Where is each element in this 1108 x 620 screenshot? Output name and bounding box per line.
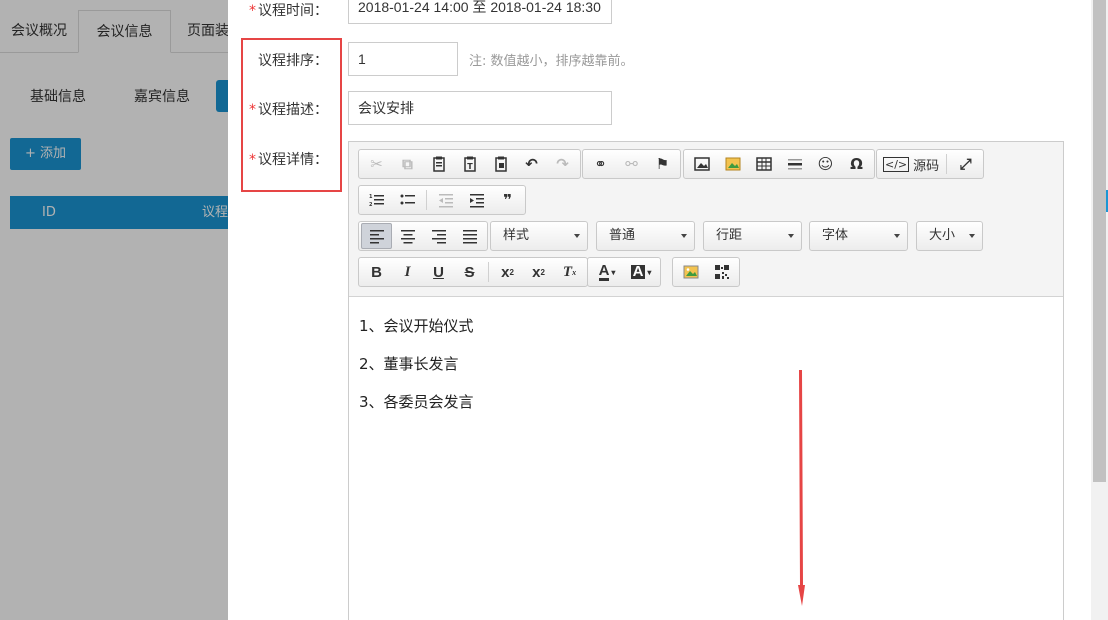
svg-text:T: T: [467, 162, 473, 171]
font-size-select[interactable]: 大小: [916, 221, 983, 251]
paragraph-select[interactable]: 普通: [596, 221, 695, 251]
font-family-select[interactable]: 字体: [809, 221, 908, 251]
horizontal-rule-icon[interactable]: [779, 151, 810, 177]
superscript-icon[interactable]: x2: [523, 259, 554, 285]
insert-group: ☺ Ω: [683, 149, 875, 179]
paste-icon[interactable]: [423, 151, 454, 177]
special-char-icon[interactable]: Ω: [841, 151, 872, 177]
list-group: 12 ❞: [358, 185, 526, 215]
strikethrough-icon[interactable]: S: [454, 259, 485, 285]
modal-scroll-thumb[interactable]: [1093, 0, 1106, 482]
image-manager-icon[interactable]: [675, 259, 706, 285]
highlight-box: [241, 38, 342, 192]
paste-word-icon[interactable]: [485, 151, 516, 177]
chevron-down-icon: [574, 234, 580, 238]
source-code-button[interactable]: </> 源码: [879, 151, 943, 177]
toolbar-separator: [426, 190, 427, 210]
editor-toolbar: ✂ ⧉ T ↶ ↷ ⚭ ⚯ ⚑ ☺ Ω </> 源码 ⤢ 12 ❞ 样式 普通 …: [349, 142, 1063, 297]
time-label: * 议程时间：: [249, 3, 328, 19]
toolbar-separator: [488, 262, 489, 282]
order-hint: 注: 数值越小，排序越靠前。: [469, 54, 634, 69]
svg-text:2: 2: [369, 202, 373, 208]
clipboard-group: ✂ ⧉ T ↶ ↷: [358, 149, 581, 179]
toolbar-separator: [946, 154, 948, 174]
link-group: ⚭ ⚯ ⚑: [582, 149, 681, 179]
align-center-icon[interactable]: [392, 223, 423, 249]
multi-image-icon[interactable]: [717, 151, 748, 177]
copy-icon[interactable]: ⧉: [392, 151, 423, 177]
chevron-down-icon: [894, 234, 900, 238]
indent-icon[interactable]: [461, 187, 492, 213]
style-select[interactable]: 样式: [490, 221, 588, 251]
qrcode-icon[interactable]: [706, 259, 737, 285]
align-group: [358, 221, 488, 251]
align-left-icon[interactable]: [361, 223, 392, 249]
content-line: 2、董事长发言: [359, 355, 459, 373]
align-justify-icon[interactable]: [454, 223, 485, 249]
undo-icon[interactable]: ↶: [516, 151, 547, 177]
italic-icon[interactable]: I: [392, 259, 423, 285]
svg-text:1: 1: [369, 194, 373, 200]
content-line: 3、各委员会发言: [359, 393, 474, 411]
source-group: </> 源码 ⤢: [876, 149, 985, 179]
chevron-down-icon: [969, 234, 975, 238]
link-icon[interactable]: ⚭: [585, 151, 616, 177]
editor-content[interactable]: 1、会议开始仪式 2、董事长发言 3、各委员会发言: [349, 298, 1063, 620]
chevron-down-icon: [788, 234, 794, 238]
background-color-icon[interactable]: A ▾: [624, 259, 658, 285]
color-group: A ▾ A ▾: [587, 257, 661, 287]
source-code-label: 源码: [913, 158, 940, 174]
content-line: 1、会议开始仪式: [359, 317, 474, 335]
align-right-icon[interactable]: [423, 223, 454, 249]
underline-icon[interactable]: U: [423, 259, 454, 285]
font-color-icon[interactable]: A ▾: [590, 259, 624, 285]
redo-icon[interactable]: ↷: [547, 151, 578, 177]
text-format-group: B I U S x2 x2 Tx: [358, 257, 588, 287]
unlink-icon[interactable]: ⚯: [616, 151, 647, 177]
source-code-icon: </>: [883, 156, 910, 172]
bullet-list-icon[interactable]: [392, 187, 423, 213]
red-arrow-annotation: [798, 370, 805, 606]
subscript-icon[interactable]: x2: [492, 259, 523, 285]
bold-icon[interactable]: B: [361, 259, 392, 285]
line-height-select[interactable]: 行距: [703, 221, 802, 251]
chevron-down-icon: [681, 234, 687, 238]
table-icon[interactable]: [748, 151, 779, 177]
modal-scrollbar[interactable]: [1091, 0, 1108, 620]
cut-icon[interactable]: ✂: [361, 151, 392, 177]
paste-text-icon[interactable]: T: [454, 151, 485, 177]
clear-format-icon[interactable]: Tx: [554, 259, 585, 285]
time-range-input[interactable]: 2018-01-24 14:00 至 2018-01-24 18:30: [348, 0, 612, 24]
description-input[interactable]: 会议安排: [348, 91, 612, 125]
anchor-flag-icon[interactable]: ⚑: [647, 151, 678, 177]
media-group: [672, 257, 740, 287]
blockquote-icon[interactable]: ❞: [492, 187, 523, 213]
outdent-icon[interactable]: [430, 187, 461, 213]
order-input[interactable]: 1: [348, 42, 458, 76]
ordered-list-icon[interactable]: 12: [361, 187, 392, 213]
emoticon-icon[interactable]: ☺: [810, 151, 841, 177]
fullscreen-icon[interactable]: ⤢: [950, 151, 981, 177]
rich-text-editor: ✂ ⧉ T ↶ ↷ ⚭ ⚯ ⚑ ☺ Ω </> 源码 ⤢ 12 ❞ 样式 普通 …: [348, 141, 1064, 620]
image-icon[interactable]: [686, 151, 717, 177]
